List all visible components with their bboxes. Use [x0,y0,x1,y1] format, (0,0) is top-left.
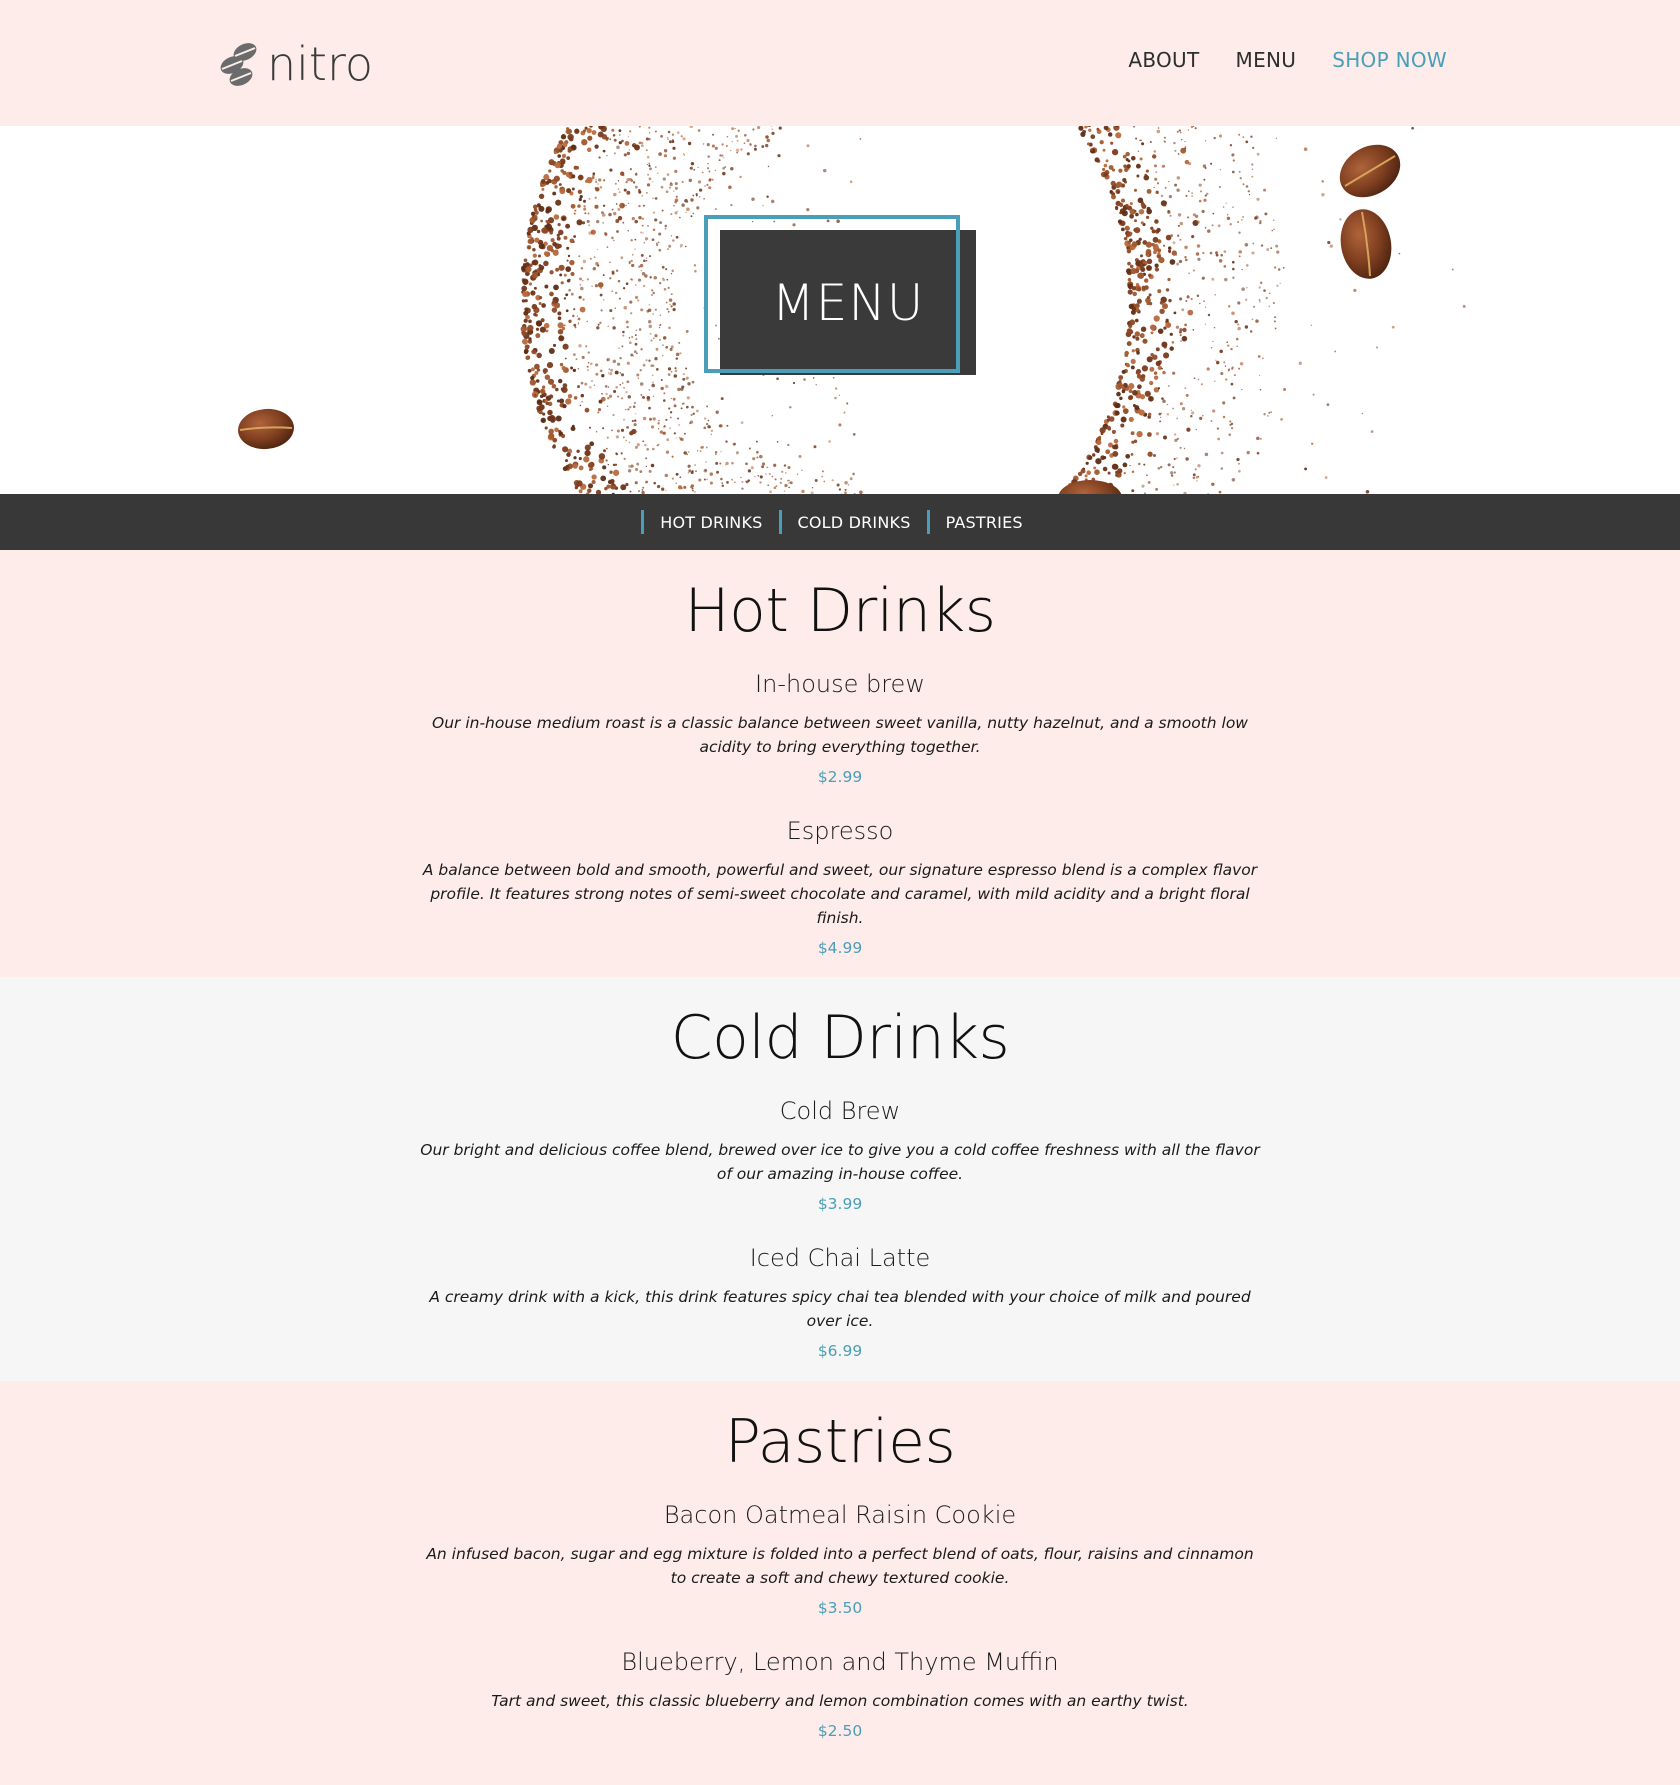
menu-item: Bacon Oatmeal Raisin Cookie An infused b… [420,1501,1260,1618]
coffee-bean-icon [1339,144,1401,198]
menu-item-name: Blueberry, Lemon and Thyme Muffin [621,1647,1059,1676]
menu-item-price: $2.50 [817,1721,863,1740]
brand-logo-link[interactable]: nitro [219,38,373,90]
menu-item-description: Tart and sweet, this classic blueberry a… [491,1691,1189,1710]
menu-item-description: A balance between bold and smooth, power… [422,860,1258,927]
menu-item-price: $2.99 [817,767,863,786]
menu-item: Iced Chai Latte A creamy drink with a ki… [420,1244,1260,1361]
hot-drinks-section: Hot Drinks In-house brew Our in-house me… [0,550,1680,977]
menu-item-price: $3.50 [817,1598,863,1617]
hero-title-block: MENU [704,215,976,378]
menu-item-name: In-house brew [755,670,925,698]
section-title: Pastries [724,1407,956,1477]
coffee-bean-icon [238,408,294,450]
menu-item-name: Cold Brew [779,1097,901,1125]
menu-item: Espresso A balance between bold and smoo… [420,817,1260,958]
menu-item-name: Bacon Oatmeal Raisin Cookie [663,1501,1017,1529]
cold-drinks-section: Cold Drinks Cold Brew Our bright and del… [0,977,1680,1381]
nav-menu-link[interactable]: MENU [1236,48,1297,72]
menu-item: Cold Brew Our bright and delicious coffe… [420,1097,1260,1214]
coffee-grounds-right [1067,126,1466,494]
menu-item-price: $3.99 [817,1194,863,1213]
coffee-bean-icon [1058,480,1122,494]
brand-name: nitro [267,37,374,91]
category-link-cold-drinks[interactable]: COLD DRINKS [778,510,927,534]
menu-item-description: A creamy drink with a kick, this drink f… [429,1287,1251,1330]
category-navigation: HOT DRINKS COLD DRINKS PASTRIES [0,494,1680,550]
top-navigation: ABOUT MENU SHOP NOW [1128,48,1447,72]
hero-banner: MENU [0,126,1680,494]
hero-title: MENU [771,273,925,332]
menu-item-description: An infused bacon, sugar and egg mixture … [426,1544,1254,1587]
section-title: Cold Drinks [670,1003,1010,1073]
site-header: nitro ABOUT MENU SHOP NOW [0,0,1680,126]
category-link-pastries[interactable]: PASTRIES [926,510,1039,534]
section-title: Hot Drinks [684,576,997,646]
menu-item-description: Our bright and delicious coffee blend, b… [420,1140,1260,1183]
menu-item: Blueberry, Lemon and Thyme Muffin Tart a… [420,1648,1260,1741]
nav-shop-now-link[interactable]: SHOP NOW [1332,48,1447,72]
category-link-hot-drinks[interactable]: HOT DRINKS [641,510,778,534]
menu-item-name: Espresso [786,816,894,845]
pastries-section: Pastries Bacon Oatmeal Raisin Cookie An … [0,1381,1680,1785]
coffee-bean-icon [1340,209,1392,279]
menu-item-price: $4.99 [817,938,863,957]
menu-item-name: Iced Chai Latte [749,1243,931,1272]
coffee-beans-icon [219,42,259,86]
menu-item-price: $6.99 [817,1341,863,1360]
nav-about-link[interactable]: ABOUT [1128,48,1199,72]
menu-item-description: Our in-house medium roast is a classic b… [432,713,1248,756]
menu-item: In-house brew Our in-house medium roast … [420,670,1260,787]
